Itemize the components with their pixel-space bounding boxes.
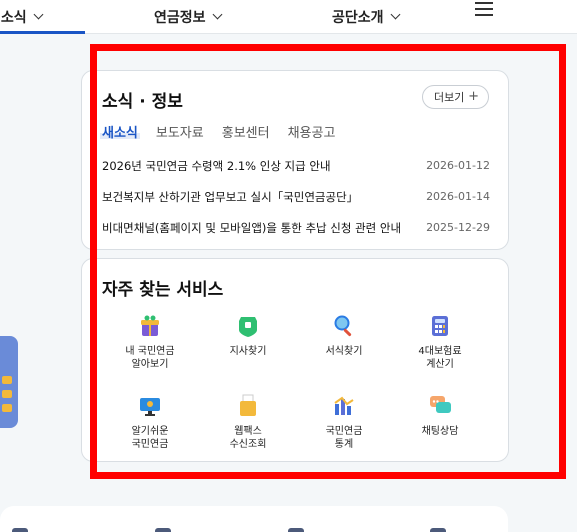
nav-item-pension-info[interactable]: 연금정보 [154, 0, 222, 34]
nav-item-label: 공단소개 [332, 10, 384, 26]
nav-active-indicator [0, 31, 85, 34]
nav-item-label: 새소식 [0, 10, 27, 26]
nav-item-news[interactable]: 새소식 [0, 0, 44, 34]
top-navigation: 새소식 연금정보 공단소개 [0, 0, 577, 34]
hamburger-menu-icon[interactable] [475, 2, 493, 16]
bottom-panel [0, 506, 508, 532]
chevron-down-icon [212, 9, 222, 20]
nav-item-label: 연금정보 [154, 10, 206, 26]
chevron-down-icon [390, 9, 400, 20]
highlight-frame [90, 44, 566, 479]
calculator-illustration [0, 336, 18, 428]
nav-item-about[interactable]: 공단소개 [332, 0, 400, 34]
chevron-down-icon [33, 9, 44, 20]
